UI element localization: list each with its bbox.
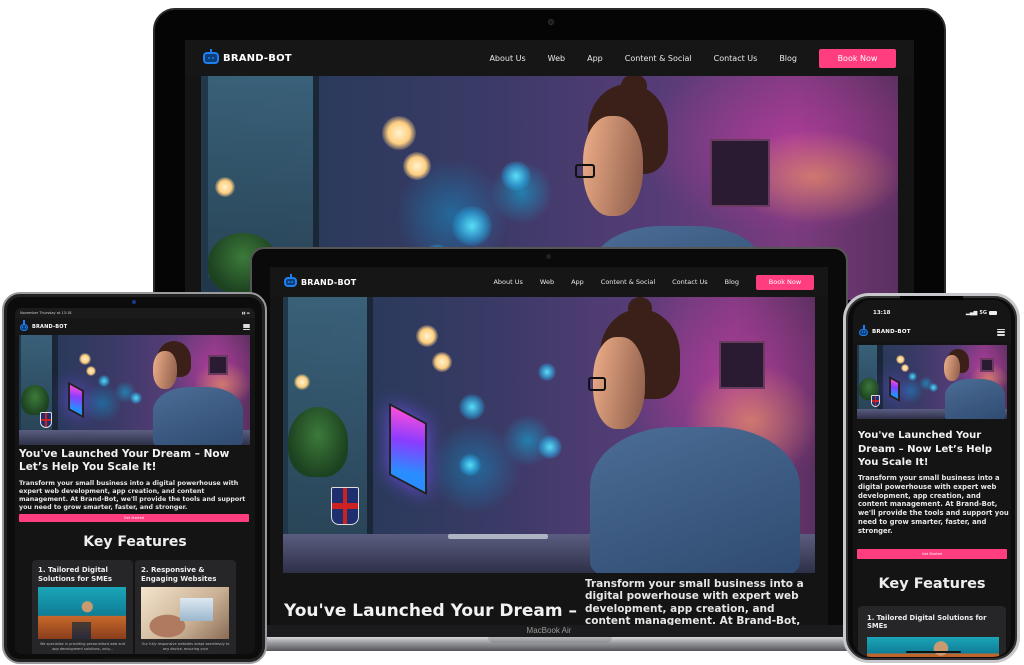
battery-icon: [989, 311, 997, 315]
camera-icon: [548, 19, 554, 25]
hero-title: You've Launched Your Dream –: [284, 601, 578, 621]
nav-links: About Us Web App Content & Social Contac…: [476, 274, 814, 290]
get-started-button[interactable]: Get Started: [19, 514, 249, 522]
navbar: BRAND-BOT About Us Web App Content & Soc…: [185, 40, 914, 76]
feature-card-image: [38, 587, 126, 639]
feature-card-title: 1. Tailored Digital Solutions for SMEs: [38, 566, 113, 583]
brand-logo[interactable]: BRAND-BOT: [20, 323, 68, 331]
tablet-website: November Thursday at 13:18 ▮▮ ▬ BRAND-BO…: [15, 308, 255, 654]
home-indicator: [906, 651, 961, 653]
network-type: 5G: [979, 310, 987, 316]
hamburger-menu-icon[interactable]: [997, 328, 1005, 336]
laptop-opening-notch: [488, 637, 612, 643]
feature-card[interactable]: 2. Responsive & Engaging Websites Our fu…: [135, 560, 236, 654]
hero-image: [283, 297, 815, 573]
nav-content-social[interactable]: Content & Social: [601, 278, 655, 286]
nav-content-social[interactable]: Content & Social: [625, 54, 692, 63]
feature-card-image: [867, 637, 999, 657]
key-features-heading: Key Features: [83, 534, 187, 550]
hamburger-menu-icon[interactable]: [243, 324, 250, 330]
laptop-website: BRAND-BOT About Us Web App Content & Soc…: [270, 267, 828, 625]
status-datetime: November Thursday at 13:18: [20, 311, 72, 315]
status-bar: November Thursday at 13:18 ▮▮ ▬: [15, 308, 255, 318]
status-time: 13:18: [873, 310, 891, 316]
brand-logo[interactable]: BRAND-BOT: [284, 277, 356, 287]
hero-text: Transform your small business into a dig…: [585, 578, 804, 625]
robot-logo-icon: [203, 52, 219, 64]
nav-blog[interactable]: Blog: [779, 54, 797, 63]
signal-status: ▂▄▆ 5G: [966, 310, 997, 316]
feature-card-text: We specialise in providing personalised …: [40, 642, 125, 651]
laptop-label: MacBook Air: [252, 625, 846, 637]
hero-image: [857, 345, 1007, 419]
robot-logo-icon: [20, 323, 28, 331]
nav-web[interactable]: Web: [548, 54, 565, 63]
signal-bars-icon: ▂▄▆: [965, 310, 978, 316]
nav-app[interactable]: App: [571, 278, 584, 286]
book-now-button[interactable]: Book Now: [819, 48, 896, 68]
feature-card[interactable]: 1. Tailored Digital Solutions for SMEs: [858, 606, 1006, 657]
navbar: BRAND-BOT: [853, 322, 1011, 342]
navbar: BRAND-BOT: [15, 318, 255, 336]
nav-contact-us[interactable]: Contact Us: [672, 278, 708, 286]
book-now-button[interactable]: Book Now: [756, 274, 814, 290]
hero-title: You've Launched Your Dream – Now Let’s H…: [858, 430, 993, 468]
get-started-button[interactable]: Get Started: [857, 549, 1007, 559]
signal-battery-icon: ▮▮ ▬: [241, 311, 250, 315]
feature-card-image: [141, 587, 229, 639]
hero-image: [19, 335, 250, 445]
key-features-heading: Key Features: [878, 576, 986, 592]
home-indicator: [103, 657, 167, 659]
camera-icon: [546, 254, 551, 259]
nav-about-us[interactable]: About Us: [493, 278, 522, 286]
brand-name: BRAND-BOT: [872, 329, 911, 335]
device-mockup-stage: BRAND-BOT About Us Web App Content & Soc…: [0, 0, 1024, 665]
nav-contact-us[interactable]: Contact Us: [714, 54, 758, 63]
nav-web[interactable]: Web: [540, 278, 554, 286]
brand-name: BRAND-BOT: [223, 52, 292, 64]
feature-card-title: 2. Responsive & Engaging Websites: [141, 566, 217, 583]
phone-website: 13:18 ▂▄▆ 5G BRAND-BOT You've Launched Y…: [853, 300, 1011, 657]
brand-logo[interactable]: BRAND-BOT: [859, 328, 911, 336]
navbar: BRAND-BOT About Us Web App Content & Soc…: [270, 267, 828, 297]
nav-about-us[interactable]: About Us: [489, 54, 525, 63]
hero-text: Transform your small business into a dig…: [858, 474, 1009, 535]
brand-name: BRAND-BOT: [301, 277, 357, 287]
feature-card-title: 1. Tailored Digital Solutions for SMEs: [867, 614, 987, 631]
robot-logo-icon: [284, 277, 297, 287]
nav-app[interactable]: App: [587, 54, 603, 63]
nav-blog[interactable]: Blog: [725, 278, 739, 286]
feature-card[interactable]: 1. Tailored Digital Solutions for SMEs W…: [32, 560, 133, 654]
status-bar: 13:18 ▂▄▆ 5G: [853, 300, 1011, 322]
hero-title: You've Launched Your Dream – Now Let’s H…: [19, 448, 230, 473]
robot-logo-icon: [859, 328, 868, 336]
brand-name: BRAND-BOT: [32, 324, 68, 330]
brand-logo[interactable]: BRAND-BOT: [203, 52, 292, 64]
camera-icon: [132, 300, 136, 304]
feature-card-text: Our fully responsive websites adapt seam…: [141, 642, 230, 651]
nav-links: About Us Web App Content & Social Contac…: [467, 48, 896, 68]
hero-text: Transform your small business into a dig…: [19, 480, 246, 511]
